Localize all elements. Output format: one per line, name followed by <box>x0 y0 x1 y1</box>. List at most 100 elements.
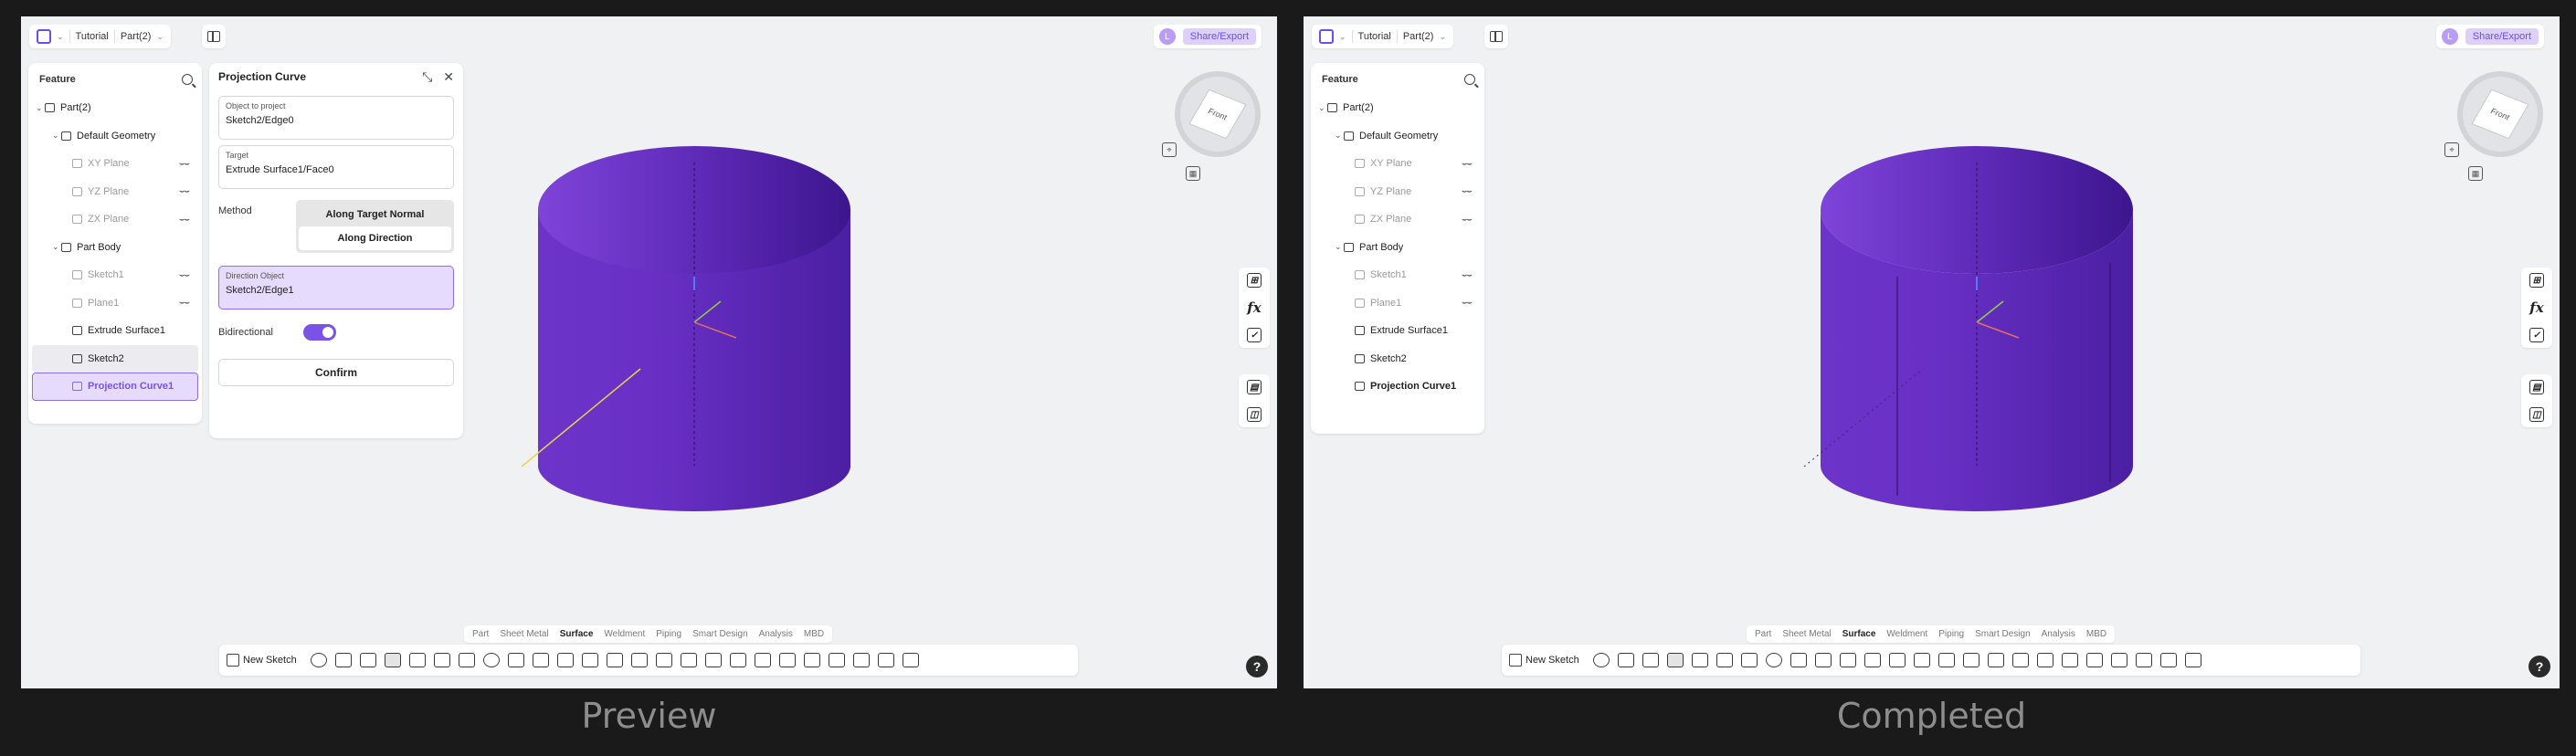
tree-item-zx-plane[interactable]: ZX Plane ⌣⌣ <box>1314 205 1481 234</box>
panel-toggle-button[interactable] <box>1484 25 1508 48</box>
spline-tool-icon[interactable] <box>1716 653 1733 667</box>
tree-item-part[interactable]: ⌄ Part(2) <box>1314 94 1481 122</box>
formula-icon[interactable]: fx <box>1247 299 1262 316</box>
cube-icon[interactable]: Front <box>2471 89 2529 140</box>
eye-hidden-icon[interactable]: ⌣⌣ <box>1462 186 1473 196</box>
tree-item-xy-plane[interactable]: XY Plane ⌣⌣ <box>32 150 198 178</box>
tab-piping[interactable]: Piping <box>1933 627 1969 641</box>
new-sketch-button[interactable]: New Sketch <box>1509 654 1585 667</box>
fit-view-icon[interactable]: ⌖ <box>1162 142 1177 157</box>
direction-object-field[interactable]: Direction Object Sketch2/Edge1 <box>218 266 454 310</box>
view-cube[interactable]: Front <box>1175 71 1261 157</box>
move-icon[interactable] <box>852 653 870 667</box>
revolve-surface-icon[interactable] <box>1765 653 1782 667</box>
confirm-button[interactable]: Confirm <box>218 359 454 386</box>
trim-surface-icon[interactable] <box>1937 653 1955 667</box>
search-icon[interactable] <box>182 74 193 85</box>
tree-item-yz-plane[interactable]: YZ Plane ⌣⌣ <box>1314 178 1481 206</box>
sweep-surface-icon[interactable] <box>507 653 524 667</box>
tree-item-xy-plane[interactable]: XY Plane ⌣⌣ <box>1314 150 1481 178</box>
chevron-down-icon[interactable]: ⌄ <box>1335 242 1344 252</box>
chevron-down-icon[interactable]: ⌄ <box>1339 32 1346 42</box>
tree-item-plane1[interactable]: Plane1 ⌣⌣ <box>32 289 198 318</box>
boolean-icon[interactable] <box>902 653 919 667</box>
split-tool-icon[interactable] <box>1691 653 1708 667</box>
app-logo-icon[interactable] <box>1319 29 1334 44</box>
view-mode-icon[interactable]: ▦ <box>2468 166 2483 181</box>
spline-tool-icon[interactable] <box>433 653 450 667</box>
chevron-down-icon[interactable]: ⌄ <box>1318 103 1327 113</box>
tree-item-part[interactable]: ⌄ Part(2) <box>32 94 198 122</box>
measure-icon[interactable]: ⊞ <box>2529 273 2544 288</box>
tab-mbd[interactable]: MBD <box>798 627 829 641</box>
tree-item-zx-plane[interactable]: ZX Plane ⌣⌣ <box>32 205 198 234</box>
point-tool-icon[interactable] <box>1592 653 1610 667</box>
avatar[interactable]: L <box>1158 28 1176 45</box>
tab-part[interactable]: Part <box>467 627 494 641</box>
tree-item-yz-plane[interactable]: YZ Plane ⌣⌣ <box>32 178 198 206</box>
thicken-icon[interactable] <box>2011 653 2029 667</box>
table-icon[interactable]: ▤ <box>2529 380 2544 394</box>
blend-surface-icon[interactable] <box>1888 653 1906 667</box>
tab-surface[interactable]: Surface <box>1837 627 1882 641</box>
tab-analysis[interactable]: Analysis <box>754 627 798 641</box>
eye-hidden-icon[interactable]: ⌣⌣ <box>1462 298 1473 308</box>
breadcrumb-project[interactable]: Tutorial <box>1358 31 1391 42</box>
tree-item-default-geometry[interactable]: ⌄ Default Geometry <box>32 122 198 151</box>
projection-line[interactable] <box>1803 368 1924 467</box>
tab-sheet-metal[interactable]: Sheet Metal <box>494 627 554 641</box>
eye-hidden-icon[interactable]: ⌣⌣ <box>179 298 190 308</box>
replace-face-icon[interactable] <box>2036 653 2053 667</box>
offset-surface-icon[interactable] <box>1839 653 1856 667</box>
delete-face-icon[interactable] <box>778 653 796 667</box>
extend-surface-icon[interactable] <box>1913 653 1930 667</box>
move-icon[interactable] <box>2135 653 2152 667</box>
untrim-surface-icon[interactable] <box>680 653 697 667</box>
cylinder-outer-face[interactable] <box>1821 210 2133 511</box>
scale-icon[interactable] <box>2159 653 2177 667</box>
viewport-3d[interactable] <box>1304 16 2560 688</box>
tab-smart-design[interactable]: Smart Design <box>687 627 754 641</box>
tree-item-projection-curve1[interactable]: Projection Curve1 <box>1314 373 1481 401</box>
help-button[interactable]: ? <box>1246 656 1268 677</box>
parts-icon[interactable]: ◫ <box>2529 407 2544 422</box>
tree-item-sketch2[interactable]: Sketch2 <box>1314 345 1481 373</box>
knit-surface-icon[interactable] <box>704 653 722 667</box>
chevron-down-icon[interactable]: ⌄ <box>57 32 64 42</box>
projection-tool-icon[interactable] <box>384 653 401 667</box>
point-tool-icon[interactable] <box>310 653 327 667</box>
loft-surface-icon[interactable] <box>532 653 549 667</box>
loft-surface-icon[interactable] <box>1814 653 1832 667</box>
view-mode-icon[interactable]: ▦ <box>1186 166 1200 181</box>
chevron-down-icon[interactable]: ⌄ <box>52 242 61 252</box>
extend-surface-icon[interactable] <box>630 653 648 667</box>
eye-hidden-icon[interactable]: ⌣⌣ <box>179 159 190 169</box>
eye-hidden-icon[interactable]: ⌣⌣ <box>1462 270 1473 280</box>
search-icon[interactable] <box>1464 74 1475 85</box>
tab-piping[interactable]: Piping <box>650 627 687 641</box>
share-export-button[interactable]: Share/Export <box>2465 28 2539 45</box>
chevron-down-icon[interactable]: ⌄ <box>52 131 61 141</box>
formula-icon[interactable]: fx <box>2529 299 2544 316</box>
chevron-down-icon[interactable]: ⌄ <box>36 103 45 113</box>
trim-surface-icon[interactable] <box>655 653 672 667</box>
tab-mbd[interactable]: MBD <box>2081 627 2112 641</box>
delete-face-icon[interactable] <box>2061 653 2078 667</box>
breadcrumb-part[interactable]: Part(2) <box>1403 31 1434 42</box>
offset-surface-icon[interactable] <box>556 653 574 667</box>
panel-toggle-button[interactable] <box>202 25 226 48</box>
untrim-surface-icon[interactable] <box>1962 653 1980 667</box>
tree-item-part-body[interactable]: ⌄ Part Body <box>1314 234 1481 262</box>
revolve-surface-icon[interactable] <box>482 653 500 667</box>
cube-icon[interactable]: Front <box>1188 89 1247 140</box>
cylinder-outer-face[interactable] <box>538 210 850 511</box>
fill-surface-icon[interactable] <box>581 653 598 667</box>
curve-tool-icon[interactable] <box>334 653 352 667</box>
measure-icon[interactable]: ⊞ <box>1247 273 1262 288</box>
pin-icon[interactable]: ⤡ <box>422 69 432 85</box>
tree-item-projection-curve1[interactable]: Projection Curve1 <box>32 373 198 401</box>
tab-surface[interactable]: Surface <box>554 627 599 641</box>
replace-face-icon[interactable] <box>754 653 771 667</box>
target-field[interactable]: Target Extrude Surface1/Face0 <box>218 145 454 189</box>
projection-line[interactable] <box>521 368 641 467</box>
